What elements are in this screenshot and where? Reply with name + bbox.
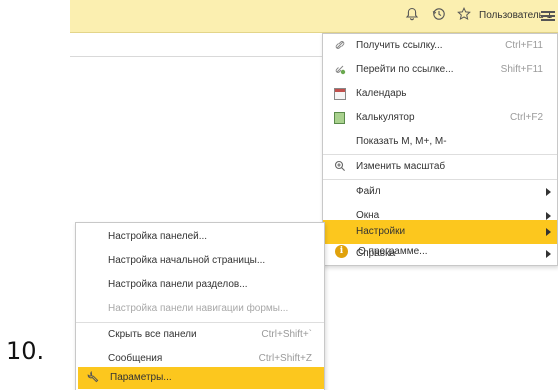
sub-menu: Настройка панелей... Настройка начальной… (75, 222, 325, 390)
submenu-item-panels-settings[interactable]: Настройка панелей... (76, 225, 324, 249)
menu-item-label: Показать M, M+, M- (356, 136, 447, 147)
menu-item-shortcut: Ctrl+F2 (509, 112, 543, 123)
zoom-icon (333, 160, 347, 174)
content-divider (70, 56, 322, 57)
hamburger-icon[interactable] (541, 10, 555, 22)
menu-item-label: Файл (356, 186, 381, 197)
menu-item-shortcut: Shift+F11 (500, 64, 543, 75)
menu-item-shortcut: Ctrl+F11 (505, 40, 543, 51)
menu-item-label: Скрыть все панели (108, 329, 197, 340)
menu-item-label: Получить ссылку... (356, 40, 443, 51)
submenu-item-parameters[interactable]: Параметры... (78, 367, 324, 389)
submenu-arrow-icon (546, 212, 551, 220)
history-icon[interactable] (430, 7, 448, 25)
menu-item-label: Настройка панелей... (108, 231, 208, 242)
submenu-item-start-page-settings[interactable]: Настройка начальной страницы... (76, 249, 324, 273)
submenu-item-hide-all-panels[interactable]: Скрыть все панели Ctrl+Shift+` (76, 323, 324, 347)
calculator-icon (334, 112, 345, 124)
step-number: 10. (6, 337, 45, 365)
top-bar: Пользователь 1 (70, 0, 558, 33)
menu-item-file[interactable]: Файл (323, 180, 557, 204)
menu-item-about-row[interactable]: i О программе... (325, 240, 557, 264)
menu-item-show-memory[interactable]: Показать M, M+, M- (323, 130, 557, 154)
star-icon[interactable] (455, 7, 473, 25)
menu-item-label: Изменить масштаб (356, 161, 446, 172)
submenu-arrow-icon (546, 228, 551, 236)
menu-item-get-link[interactable]: Получить ссылку... Ctrl+F11 (323, 34, 557, 58)
menu-item-label: Настройка панели навигации формы... (108, 303, 289, 314)
menu-item-label: Перейти по ссылке... (356, 64, 454, 75)
menu-item-shortcut: Ctrl+Shift+` (261, 329, 312, 340)
submenu-item-form-navigation-settings: Настройка панели навигации формы... (76, 297, 324, 321)
go-to-link-icon (333, 63, 347, 77)
menu-item-label: О программе... (358, 246, 428, 257)
info-icon: i (335, 245, 348, 258)
link-icon (333, 39, 347, 53)
menu-item-label: Параметры... (110, 372, 172, 383)
menu-item-change-scale[interactable]: Изменить масштаб (323, 155, 557, 179)
menu-item-go-to-link[interactable]: Перейти по ссылке... Shift+F11 (323, 58, 557, 82)
bell-icon[interactable] (403, 7, 421, 25)
calendar-icon (334, 88, 346, 100)
menu-item-calculator[interactable]: Калькулятор Ctrl+F2 (323, 106, 557, 130)
submenu-item-sections-panel-settings[interactable]: Настройка панели разделов... (76, 273, 324, 297)
menu-item-label: Калькулятор (356, 112, 415, 123)
wrench-icon (86, 370, 100, 385)
menu-item-label: Настройка панели разделов... (108, 279, 248, 290)
menu-item-label: Настройка начальной страницы... (108, 255, 266, 266)
submenu-arrow-icon (546, 188, 551, 196)
main-menu: Получить ссылку... Ctrl+F11 Перейти по с… (322, 33, 558, 266)
menu-item-calendar[interactable]: Календарь (323, 82, 557, 106)
menu-item-label: Календарь (356, 88, 407, 99)
